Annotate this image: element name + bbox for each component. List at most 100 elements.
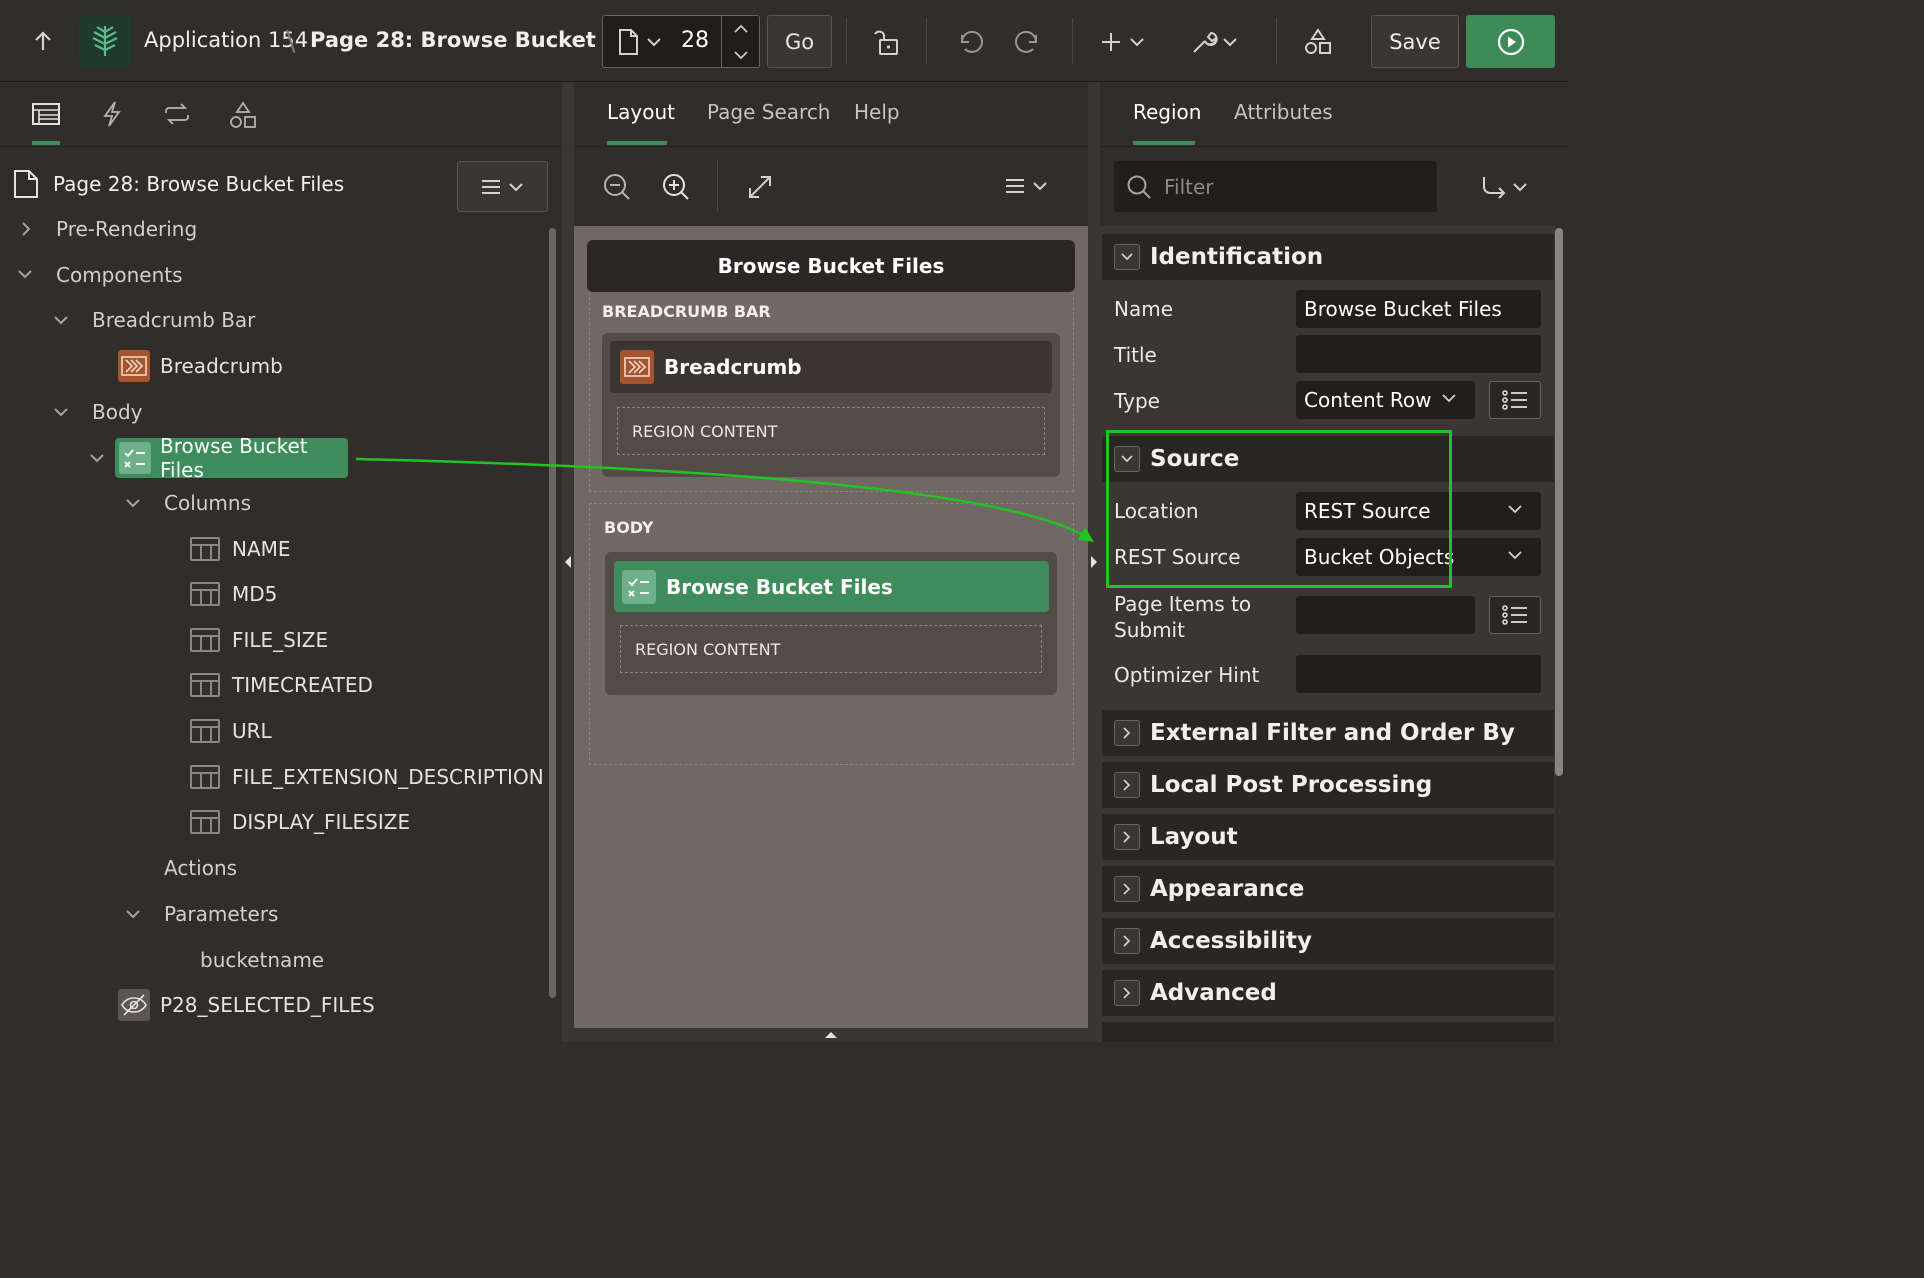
- tree-label: FILE_SIZE: [232, 628, 329, 652]
- section-external-filter[interactable]: External Filter and Order By: [1102, 710, 1554, 756]
- section-accessibility[interactable]: Accessibility: [1102, 918, 1554, 964]
- tree-columns[interactable]: Columns: [164, 483, 251, 523]
- collapse-chevron-icon[interactable]: [124, 497, 142, 509]
- unlock-icon[interactable]: [866, 22, 906, 62]
- section-appearance[interactable]: Appearance: [1102, 866, 1554, 912]
- tree-column-item[interactable]: DISPLAY_FILESIZE: [190, 802, 410, 842]
- shared-components-icon[interactable]: [1298, 22, 1338, 62]
- tree-column-item[interactable]: MD5: [190, 574, 277, 614]
- type-list-button[interactable]: [1489, 381, 1541, 419]
- optimizer-hint-label: Optimizer Hint: [1114, 663, 1260, 687]
- tree-parameters[interactable]: Parameters: [164, 894, 278, 934]
- app-logo-icon[interactable]: [79, 15, 131, 67]
- tree-body[interactable]: Body: [92, 392, 143, 432]
- tree-column-item[interactable]: FILE_SIZE: [190, 620, 328, 660]
- tree-column-item[interactable]: URL: [190, 711, 272, 751]
- collapse-chevron-icon[interactable]: [88, 452, 106, 464]
- title-field[interactable]: [1296, 335, 1541, 373]
- right-scrollbar[interactable]: [1555, 228, 1563, 776]
- column-icon: [190, 673, 220, 697]
- collapse-chevron-icon[interactable]: [1114, 244, 1140, 270]
- page-stepper[interactable]: [731, 22, 751, 62]
- filter-input[interactable]: Filter: [1114, 161, 1437, 212]
- section-title: Advanced: [1150, 980, 1277, 1006]
- up-arrow-icon[interactable]: [26, 24, 60, 58]
- app-name-link[interactable]: Application 154: [144, 28, 308, 52]
- tree-breadcrumb[interactable]: Breadcrumb: [118, 346, 283, 386]
- expand-icon[interactable]: [746, 173, 774, 201]
- tree-column-item[interactable]: TIMECREATED: [190, 665, 373, 705]
- zoom-in-icon[interactable]: [661, 172, 691, 202]
- go-button[interactable]: Go: [767, 15, 832, 68]
- page-items-field[interactable]: [1296, 596, 1475, 634]
- region-content-placeholder: REGION CONTENT: [620, 625, 1042, 673]
- column-icon: [190, 719, 220, 743]
- canvas-page-header[interactable]: Browse Bucket Files: [587, 240, 1075, 292]
- breadcrumb-region-header[interactable]: Breadcrumb: [610, 341, 1052, 393]
- redo-icon[interactable]: [1008, 22, 1048, 62]
- page-icon[interactable]: [617, 28, 663, 56]
- section-advanced[interactable]: Advanced: [1102, 970, 1554, 1016]
- collapse-chevron-icon[interactable]: [16, 268, 34, 280]
- tab-region[interactable]: Region: [1133, 100, 1201, 124]
- tree-parameter-item[interactable]: bucketname: [200, 940, 324, 980]
- layout-menu-icon[interactable]: [1004, 176, 1050, 196]
- expand-chevron-icon[interactable]: [1114, 980, 1140, 1006]
- expand-bottom-icon[interactable]: [824, 1031, 838, 1039]
- expand-chevron-icon[interactable]: [1114, 928, 1140, 954]
- tree-column-item[interactable]: NAME: [190, 529, 291, 569]
- tab-layout[interactable]: Layout: [607, 100, 675, 124]
- tree-menu-button[interactable]: [457, 161, 548, 212]
- section-title: Layout: [1150, 824, 1238, 850]
- type-select[interactable]: Content Row: [1296, 381, 1475, 419]
- zoom-out-icon[interactable]: [602, 172, 632, 202]
- expand-chevron-icon[interactable]: [1114, 720, 1140, 746]
- run-page-button[interactable]: [1466, 15, 1555, 68]
- section-identification[interactable]: Identification: [1102, 234, 1554, 280]
- collapse-right-icon[interactable]: [1090, 555, 1098, 569]
- body-region-header-selected[interactable]: Browse Bucket Files: [614, 561, 1049, 612]
- section-title: External Filter and Order By: [1150, 720, 1515, 746]
- tree-components[interactable]: Components: [56, 255, 183, 295]
- tab-attributes[interactable]: Attributes: [1234, 100, 1333, 124]
- page-number-input[interactable]: 28: [681, 28, 709, 53]
- tree-breadcrumb-bar[interactable]: Breadcrumb Bar: [92, 300, 255, 340]
- processing-icon[interactable]: [162, 100, 192, 128]
- tree-region-selected[interactable]: Browse Bucket Files: [115, 434, 348, 482]
- expand-chevron-icon[interactable]: [20, 220, 32, 238]
- section-layout[interactable]: Layout: [1102, 814, 1554, 860]
- create-menu-icon[interactable]: [1096, 22, 1154, 62]
- optimizer-hint-field[interactable]: [1296, 655, 1541, 693]
- expand-chevron-icon[interactable]: [1114, 824, 1140, 850]
- rendering-tree-icon[interactable]: [32, 102, 60, 126]
- collapse-chevron-icon[interactable]: [52, 406, 70, 418]
- tree-actions[interactable]: Actions: [164, 848, 237, 888]
- hidden-eye-icon: [118, 989, 150, 1021]
- chevron-down-icon: [1507, 550, 1523, 560]
- undo-icon[interactable]: [950, 22, 990, 62]
- expand-chevron-icon[interactable]: [1114, 772, 1140, 798]
- expand-chevron-icon[interactable]: [1114, 876, 1140, 902]
- collapse-left-icon[interactable]: [564, 555, 572, 569]
- left-scrollbar[interactable]: [549, 228, 556, 998]
- page-items-list-button[interactable]: [1489, 596, 1541, 634]
- tree-pre-rendering[interactable]: Pre-Rendering: [56, 209, 197, 249]
- tree-column-item[interactable]: FILE_EXTENSION_DESCRIPTION: [190, 757, 544, 797]
- section-title: Appearance: [1150, 876, 1305, 902]
- tree-label: Actions: [164, 856, 238, 880]
- name-field[interactable]: Browse Bucket Files: [1296, 290, 1541, 328]
- tree-label: DISPLAY_FILESIZE: [232, 810, 411, 834]
- tab-help[interactable]: Help: [854, 100, 900, 124]
- tree-hidden-item[interactable]: P28_SELECTED_FILES: [118, 985, 375, 1025]
- go-to-group-icon[interactable]: [1480, 174, 1532, 200]
- page-node-label[interactable]: Page 28: Browse Bucket Files: [53, 172, 344, 196]
- wrench-menu-icon[interactable]: [1186, 22, 1246, 62]
- collapse-chevron-icon[interactable]: [124, 908, 142, 920]
- collapse-chevron-icon[interactable]: [52, 314, 70, 326]
- column-icon: [190, 765, 220, 789]
- dynamic-actions-icon[interactable]: [100, 100, 124, 128]
- section-local-post-processing[interactable]: Local Post Processing: [1102, 762, 1554, 808]
- shared-components-tab-icon[interactable]: [228, 100, 258, 130]
- save-button[interactable]: Save: [1371, 15, 1459, 68]
- tab-page-search[interactable]: Page Search: [707, 100, 831, 124]
